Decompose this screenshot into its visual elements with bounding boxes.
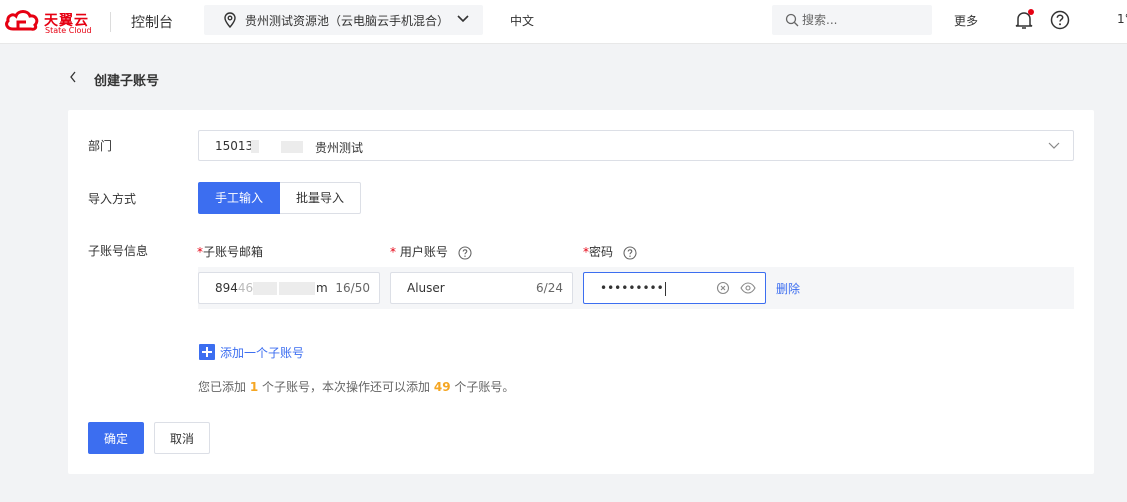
create-subaccount-form: 部门 15013 贵州测试 导入方式 手工输入 批量导入 子账号信息 *子账号邮… bbox=[68, 110, 1094, 474]
notification-badge bbox=[1028, 9, 1034, 15]
username-input[interactable]: Aluser 6/24 bbox=[390, 272, 573, 304]
password-input[interactable]: ••••••••• bbox=[583, 272, 766, 304]
redacted-block bbox=[253, 282, 277, 295]
required-marker: * bbox=[390, 245, 396, 259]
department-name: 贵州测试 bbox=[315, 141, 364, 155]
state-cloud-logo[interactable]: 天翼云 State Cloud bbox=[4, 7, 96, 37]
text-caret bbox=[664, 281, 666, 296]
search-icon bbox=[785, 13, 799, 27]
username-column-label: 用户账号 bbox=[399, 245, 448, 259]
more-menu[interactable]: 更多 bbox=[954, 12, 978, 29]
cancel-button[interactable]: 取消 bbox=[154, 422, 210, 454]
eye-icon[interactable] bbox=[740, 282, 756, 294]
email-input[interactable]: 89446 m 16/50 bbox=[198, 272, 380, 304]
password-column-label: 密码 bbox=[589, 245, 614, 259]
chevron-down-icon bbox=[457, 15, 469, 23]
user-menu[interactable]: 1° bbox=[1117, 12, 1127, 26]
cloud-logo-icon bbox=[5, 10, 39, 31]
region-name: 贵州测试资源池（云电脑云手机混合） bbox=[245, 14, 450, 28]
manual-input-tab[interactable]: 手工输入 bbox=[198, 182, 280, 214]
language-switch[interactable]: 中文 bbox=[510, 12, 534, 29]
top-navigation-bar: 天翼云 State Cloud 控制台 贵州测试资源池（云电脑云手机混合） 中文… bbox=[0, 0, 1127, 44]
email-column-label: 子账号邮箱 bbox=[203, 245, 264, 259]
confirm-button[interactable]: 确定 bbox=[88, 422, 144, 454]
plus-icon bbox=[199, 344, 215, 360]
redacted-block bbox=[281, 141, 303, 153]
batch-import-tab[interactable]: 批量导入 bbox=[280, 182, 361, 214]
clear-icon[interactable] bbox=[716, 281, 730, 295]
redacted-block bbox=[279, 282, 315, 295]
username-column-header: * 用户账号 bbox=[390, 243, 472, 260]
question-mark-icon[interactable] bbox=[623, 245, 637, 260]
department-label: 部门 bbox=[88, 139, 113, 153]
search-input[interactable] bbox=[802, 10, 922, 30]
email-value-start: 89446 bbox=[215, 281, 254, 295]
subaccount-info-label: 子账号信息 bbox=[88, 244, 149, 258]
department-id: 15013 bbox=[215, 139, 254, 153]
username-value: Aluser bbox=[407, 281, 445, 295]
back-arrow-icon[interactable] bbox=[68, 70, 78, 84]
password-value: ••••••••• bbox=[600, 281, 666, 296]
notification-button[interactable] bbox=[1015, 9, 1034, 30]
delete-row-link[interactable]: 删除 bbox=[776, 280, 800, 297]
email-column-header: *子账号邮箱 bbox=[197, 243, 263, 260]
username-char-count: 6/24 bbox=[536, 281, 563, 295]
logo-subtext: State Cloud bbox=[45, 26, 92, 35]
chevron-down-icon bbox=[1048, 142, 1060, 149]
added-count: 1 bbox=[249, 380, 259, 394]
email-value-end: m bbox=[316, 281, 328, 295]
location-pin-icon bbox=[224, 12, 236, 28]
page-title: 创建子账号 bbox=[94, 74, 160, 89]
question-mark-icon[interactable] bbox=[458, 245, 472, 260]
search-box[interactable] bbox=[772, 5, 932, 35]
remaining-count: 49 bbox=[433, 380, 451, 394]
email-char-count: 16/50 bbox=[335, 281, 370, 295]
console-link[interactable]: 控制台 bbox=[131, 12, 173, 32]
import-mode-label: 导入方式 bbox=[88, 192, 137, 206]
help-icon[interactable] bbox=[1050, 10, 1070, 30]
divider bbox=[110, 12, 111, 32]
department-select[interactable]: 15013 贵州测试 bbox=[198, 130, 1074, 161]
password-column-header: *密码 bbox=[583, 243, 637, 260]
quota-info-text: 您已添加 1 个子账号，本次操作还可以添加 49 个子账号。 bbox=[198, 380, 515, 394]
add-subaccount-label: 添加一个子账号 bbox=[220, 346, 305, 360]
redacted-block bbox=[251, 140, 259, 153]
region-selector[interactable]: 贵州测试资源池（云电脑云手机混合） bbox=[204, 5, 483, 35]
